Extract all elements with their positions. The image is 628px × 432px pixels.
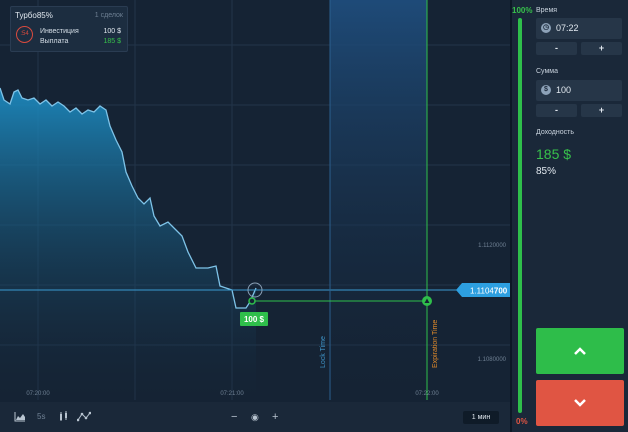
candles-icon[interactable] xyxy=(58,411,70,425)
price-chart[interactable]: 1.1120000 1.1080000 1.1104700 100 $ Lock… xyxy=(0,0,510,432)
sentiment-bottom-percent: 0% xyxy=(516,417,528,426)
chevron-up-icon xyxy=(574,347,586,355)
trade-amount-label: 100 $ xyxy=(244,315,265,324)
deal-info-box[interactable]: Турбо85% 1 сделок :54 Инвестиция 100 $ В… xyxy=(10,6,128,52)
area-chart-icon[interactable] xyxy=(14,411,26,425)
investment-value: 100 $ xyxy=(103,28,121,35)
trade-panel: 100% 0% Время ◷ 07:22 - + Сумма $ 100 - … xyxy=(512,0,628,432)
time-label-3: 07:22:00 xyxy=(415,391,439,397)
payout-value: 185 $ xyxy=(103,38,121,45)
zoom-reset-button[interactable]: ◉ xyxy=(251,412,259,423)
deal-title: Турбо85% xyxy=(15,11,53,20)
time-plus-button[interactable]: + xyxy=(581,42,622,55)
chart-toolbar: 5s − ◉ + xyxy=(0,402,510,432)
expiration-zone xyxy=(330,0,427,400)
payout-label: Выплата xyxy=(40,38,69,45)
sentiment-bar-fill xyxy=(518,18,522,413)
price-area xyxy=(0,88,256,400)
put-button[interactable] xyxy=(536,380,624,426)
interval-selector[interactable]: 5s xyxy=(37,412,45,421)
price-level-1: 1.1120000 xyxy=(478,243,507,249)
timer-ring: :54 xyxy=(16,26,33,43)
clock-icon: ◷ xyxy=(541,23,551,33)
chevron-down-icon xyxy=(574,399,586,407)
chart-area[interactable]: 1.1120000 1.1080000 1.1104700 100 $ Lock… xyxy=(0,0,510,432)
trade-point xyxy=(248,297,256,305)
time-value: 07:22 xyxy=(556,23,579,33)
zoom-in-button[interactable]: + xyxy=(272,411,278,423)
period-selector[interactable]: 1 мин xyxy=(463,411,499,424)
amount-label: Сумма xyxy=(536,68,558,75)
sentiment-top-percent: 100% xyxy=(512,6,533,15)
payout-percent: 85% xyxy=(536,166,557,177)
amount-plus-button[interactable]: + xyxy=(581,104,622,117)
indicators-icon[interactable] xyxy=(76,411,92,425)
price-level-2: 1.1080000 xyxy=(478,357,507,363)
zoom-out-button[interactable]: − xyxy=(231,411,237,423)
deal-count: 1 сделок xyxy=(94,12,123,19)
expiration-time-label: Expiration Time xyxy=(432,320,439,368)
lock-time-label: Lock Time xyxy=(320,336,327,368)
amount-field[interactable]: $ 100 xyxy=(536,80,622,101)
call-button[interactable] xyxy=(536,328,624,374)
time-label-1: 07:20:00 xyxy=(26,391,50,397)
amount-minus-button[interactable]: - xyxy=(536,104,577,117)
time-label: Время xyxy=(536,7,558,14)
payout-title: Доходность xyxy=(536,129,574,136)
payout-amount: 185 $ xyxy=(536,146,572,162)
amount-value: 100 xyxy=(556,85,572,95)
current-price-label: 1.1104700 xyxy=(470,287,508,296)
time-field[interactable]: ◷ 07:22 xyxy=(536,18,622,39)
dollar-icon: $ xyxy=(541,85,551,95)
time-minus-button[interactable]: - xyxy=(536,42,577,55)
time-label-2: 07:21:00 xyxy=(220,391,244,397)
investment-label: Инвестиция xyxy=(40,28,79,35)
